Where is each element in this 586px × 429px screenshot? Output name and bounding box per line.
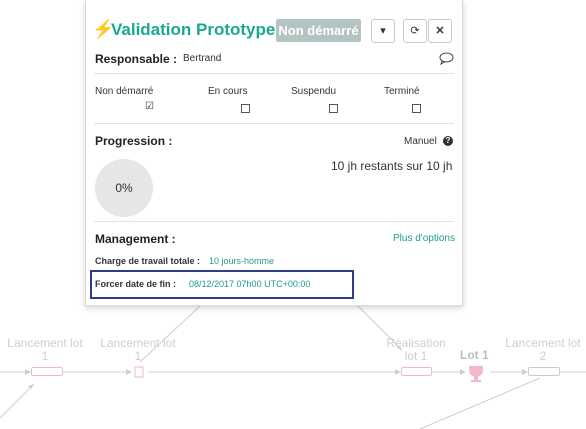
help-icon[interactable]: ? xyxy=(443,136,453,146)
more-options-link[interactable]: Plus d'options xyxy=(393,233,455,244)
force-end-date-label: Forcer date de fin : xyxy=(95,279,177,289)
panel-title: Validation Prototype xyxy=(111,20,276,39)
refresh-icon[interactable]: ⟳ xyxy=(403,19,427,43)
remaining-text: 10 jh restants sur 10 jh xyxy=(331,159,453,173)
status-checkbox-non-demarre[interactable]: ☑ xyxy=(145,102,154,112)
divider xyxy=(94,73,454,74)
status-option-label: Suspendu xyxy=(291,86,337,97)
node-label-lancement-2: Lancement lot 2 xyxy=(505,336,581,363)
node-box-lancement-2[interactable] xyxy=(528,367,560,376)
node-label-lot-1: Lot 1 xyxy=(460,348,489,362)
divider xyxy=(94,221,454,222)
management-label: Management : xyxy=(95,232,176,246)
status-option-label: Terminé xyxy=(384,86,420,97)
workload-label: Charge de travail totale : xyxy=(95,256,201,266)
progression-label: Progression : xyxy=(95,134,173,148)
node-box-realisation-lot-1[interactable] xyxy=(401,367,432,376)
force-end-date-value[interactable]: 08/12/2017 07h00 UTC+00:00 xyxy=(189,279,310,289)
status-checkbox-en-cours[interactable] xyxy=(241,104,250,113)
workload-value[interactable]: 10 jours-homme xyxy=(209,256,274,266)
status-option-label: En cours xyxy=(208,86,248,97)
status-option-label: Non démarré xyxy=(95,86,154,97)
progress-mode-label[interactable]: Manuel xyxy=(404,136,437,147)
status-checkbox-termine[interactable] xyxy=(412,104,421,113)
node-box-lancement-1a[interactable] xyxy=(31,367,63,376)
trophy-icon xyxy=(469,366,483,377)
node-label-lancement-1a: Lancement lot 1 xyxy=(7,336,83,363)
divider xyxy=(94,123,454,124)
node-label-realisation-lot-1: Réalisation lot 1 xyxy=(386,336,446,363)
close-icon[interactable]: ✕ xyxy=(428,19,452,43)
responsable-label: Responsable : xyxy=(95,52,178,66)
status-checkbox-suspendu[interactable] xyxy=(329,104,338,113)
responsable-value[interactable]: Bertrand xyxy=(183,53,221,64)
panel-header: ⚡ Validation Prototype Non démarré ▾ ⟳ ✕ xyxy=(86,0,462,43)
comment-icon[interactable] xyxy=(439,52,454,65)
task-detail-panel: ⚡ Validation Prototype Non démarré ▾ ⟳ ✕… xyxy=(85,0,463,306)
status-button[interactable]: Non démarré xyxy=(276,19,361,42)
progress-circle: 0% xyxy=(95,159,153,217)
caret-down-icon[interactable]: ▾ xyxy=(371,19,395,43)
node-label-lancement-1b: Lancement lot 1 xyxy=(100,336,176,363)
